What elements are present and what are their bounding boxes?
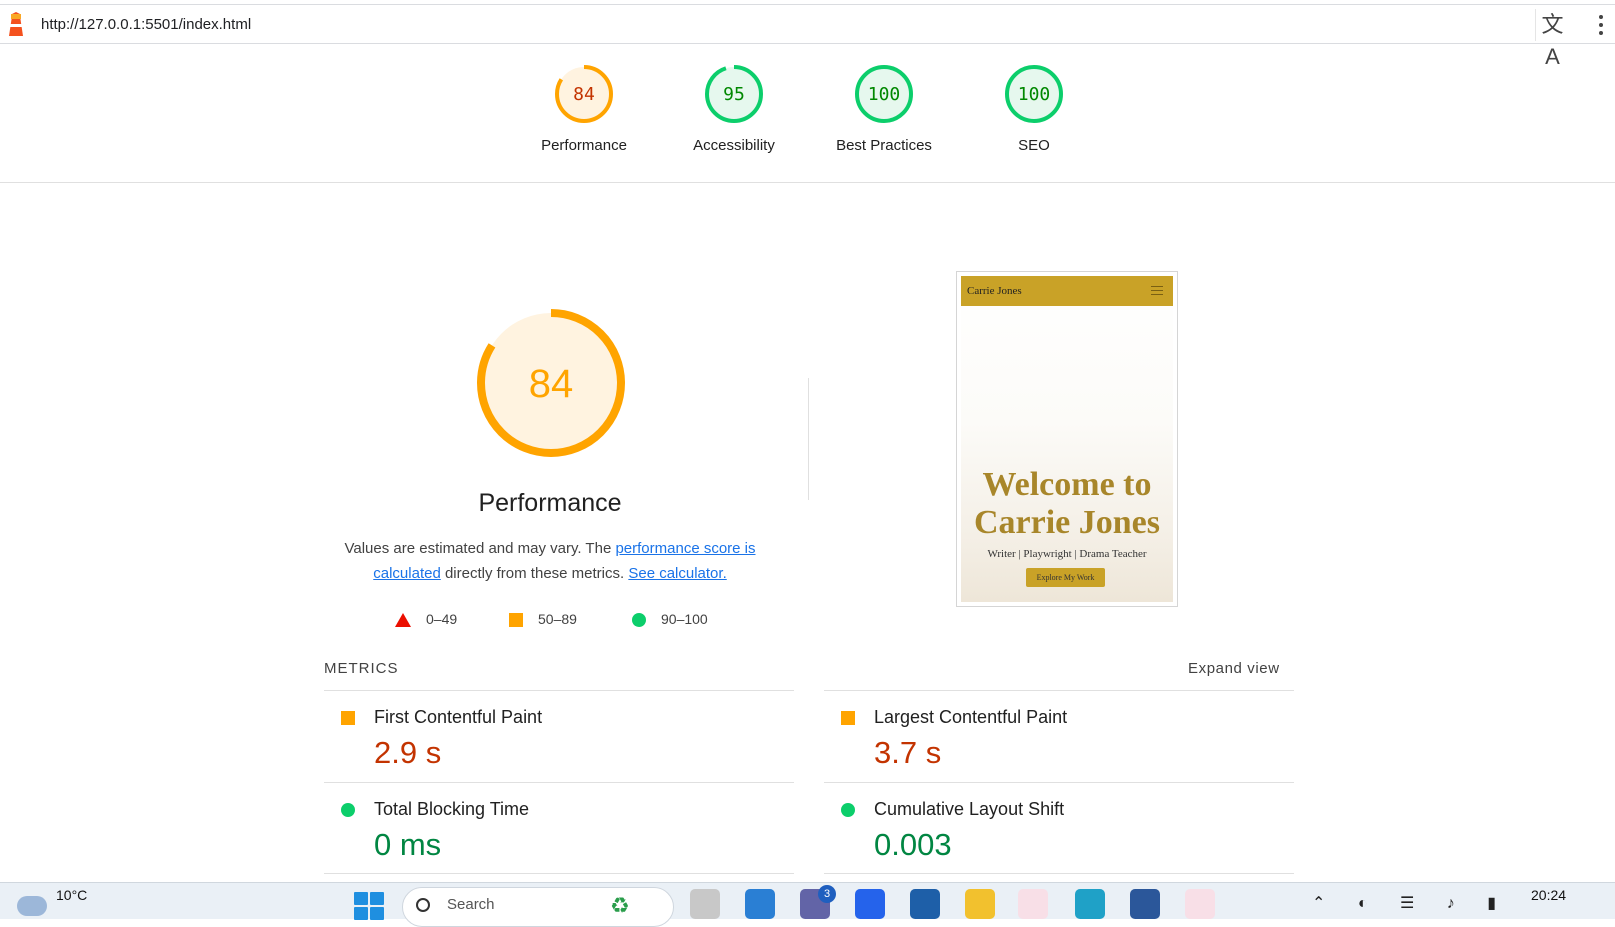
metrics-header: METRICS	[324, 660, 399, 677]
score-value: 100	[868, 84, 901, 105]
lighthouse-logo-icon	[9, 12, 23, 36]
desc-text: Values are estimated and may vary. The	[344, 540, 616, 557]
see-calculator-link[interactable]: See calculator.	[628, 565, 726, 582]
hamburger-icon	[1151, 286, 1163, 298]
legend-range: 0–49	[426, 611, 458, 627]
thumb-brand: Carrie Jones	[967, 285, 1022, 297]
performance-gauge: 84	[477, 309, 625, 457]
score-label: Best Practices	[836, 137, 932, 154]
search-placeholder: Search	[447, 896, 495, 913]
teams-badge: 3	[818, 885, 836, 903]
score-summary: 84 Performance 95 Accessibility 100 Best…	[0, 45, 1615, 183]
expand-view-button[interactable]: Expand view	[1188, 660, 1280, 677]
metric-name: First Contentful Paint	[374, 707, 543, 727]
square-icon	[841, 711, 855, 725]
file-explorer-icon[interactable]	[965, 889, 995, 919]
clock[interactable]: 20:24	[1531, 887, 1566, 903]
score-gauge-best-practices[interactable]: 100 Best Practices	[824, 63, 944, 154]
heading-line: Welcome to	[982, 466, 1152, 503]
triangle-icon	[395, 613, 411, 628]
metric-name: Largest Contentful Paint	[874, 707, 1068, 727]
url-bar: http://127.0.0.1:5501/index.html 文A	[0, 4, 1615, 69]
thumb-heading: Welcome to Carrie Jones	[961, 466, 1173, 542]
performance-score: 84	[529, 362, 574, 406]
translate-icon[interactable]: 文A	[1535, 9, 1569, 69]
score-value: 95	[723, 84, 745, 105]
chrome-icon[interactable]	[1185, 889, 1215, 919]
score-value: 100	[1018, 84, 1051, 105]
score-label: SEO	[1018, 137, 1050, 154]
task-view-icon[interactable]	[690, 889, 720, 919]
kebab-menu-icon[interactable]	[1593, 11, 1609, 39]
desc-text: directly from these metrics.	[440, 565, 629, 582]
word-icon[interactable]	[1130, 889, 1160, 919]
cloud-icon[interactable]	[17, 896, 47, 916]
metric-value: 2.9 s	[374, 735, 442, 770]
legend-range: 90–100	[661, 611, 708, 627]
metric-name: Total Blocking Time	[374, 799, 530, 819]
windows-start-icon[interactable]	[354, 892, 384, 920]
temperature[interactable]: 10°C	[56, 887, 87, 903]
recycle-icon: ♻	[610, 893, 630, 918]
thumb-explore-button: Explore My Work	[1026, 568, 1105, 587]
gauge-ring: 100	[1005, 65, 1063, 123]
metric-row: Largest Contentful Paint 3.7 s	[824, 690, 1294, 782]
metric-value: 0.003	[874, 827, 952, 862]
thumb-navbar: Carrie Jones	[961, 276, 1173, 306]
gauge-ring: 95	[705, 65, 763, 123]
metrics-right-column: Largest Contentful Paint 3.7 s Cumulativ…	[824, 690, 1294, 874]
circle-icon	[841, 803, 855, 817]
gauge-ring: 84	[555, 65, 613, 123]
edge-icon[interactable]	[1075, 889, 1105, 919]
system-tray[interactable]: ⌃ ◐ ☰ ♪ ▮	[1312, 893, 1510, 913]
score-gauge-accessibility[interactable]: 95 Accessibility	[674, 63, 794, 154]
performance-description: Values are estimated and may vary. The p…	[330, 536, 770, 586]
score-value: 84	[573, 84, 595, 105]
metric-name: Cumulative Layout Shift	[874, 799, 1065, 819]
store-icon[interactable]	[910, 889, 940, 919]
score-label: Accessibility	[693, 137, 775, 154]
performance-title: Performance	[478, 489, 622, 517]
search-icon	[416, 898, 430, 912]
metric-value: 3.7 s	[874, 735, 942, 770]
metric-row: First Contentful Paint 2.9 s	[324, 690, 794, 782]
heading-line: Carrie Jones	[973, 504, 1160, 541]
circle-icon	[632, 613, 646, 628]
divider	[808, 378, 809, 500]
vscode-icon[interactable]	[745, 889, 775, 919]
score-gauge-performance[interactable]: 84 Performance	[524, 63, 644, 154]
taskbar-search[interactable]: Search ♻	[402, 887, 674, 927]
metric-row: Cumulative Layout Shift 0.003	[824, 782, 1294, 874]
square-icon	[509, 613, 523, 628]
taskbar: 10°C Search ♻ 3 ⌃ ◐ ☰ ♪ ▮ 20:24	[0, 882, 1615, 927]
gauge-ring: 100	[855, 65, 913, 123]
legend-range: 50–89	[538, 611, 577, 627]
legend-average: 50–89	[509, 611, 577, 628]
photos-icon[interactable]	[1018, 889, 1048, 919]
circle-icon	[341, 803, 355, 817]
metric-row: Total Blocking Time 0 ms	[324, 782, 794, 874]
thumb-subtitle: Writer | Playwright | Drama Teacher	[987, 548, 1147, 560]
final-screenshot[interactable]: Carrie Jones Welcome to Carrie Jones Writ…	[956, 271, 1178, 607]
metric-value: 0 ms	[374, 827, 442, 862]
metrics-left-column: First Contentful Paint 2.9 s Total Block…	[324, 690, 794, 874]
app-icon[interactable]	[855, 889, 885, 919]
legend-fail: 0–49	[395, 611, 458, 628]
url-text[interactable]: http://127.0.0.1:5501/index.html	[41, 16, 251, 33]
legend-pass: 90–100	[632, 611, 708, 628]
square-icon	[341, 711, 355, 725]
score-label: Performance	[541, 137, 627, 154]
score-gauge-seo[interactable]: 100 SEO	[974, 63, 1094, 154]
